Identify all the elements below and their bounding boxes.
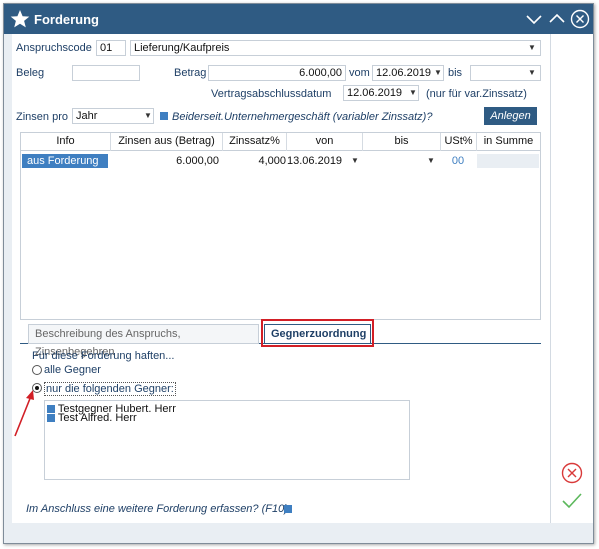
list-item[interactable]: Test Alfred. Herr (47, 412, 137, 424)
square-icon (47, 414, 55, 423)
action-panel (550, 34, 593, 523)
chevron-up-icon[interactable] (547, 9, 567, 29)
anspruchscode-label: Anspruchscode (16, 42, 92, 54)
chevron-down-icon[interactable]: ▼ (407, 86, 419, 100)
vom-label: vom (349, 67, 370, 79)
dialog-window: Forderung Anspruchscode 01 Lieferung/Kau… (3, 3, 594, 544)
highlight-box (261, 319, 374, 347)
betrag-label: Betrag (174, 67, 207, 79)
star-icon (10, 10, 30, 28)
chevron-down-icon[interactable]: ▼ (142, 109, 154, 123)
tab-beschreibung[interactable]: Beschreibung des Anspruchs, Zinsenbegehr… (28, 324, 259, 358)
chevron-down-icon[interactable]: ▼ (432, 66, 444, 80)
betrag-field[interactable]: 6.000,00 (208, 65, 346, 81)
zinsen-pro-label: Zinsen pro (16, 111, 68, 123)
window-title: Forderung (34, 12, 99, 27)
betrag-cell[interactable]: 6.000,00 (113, 154, 219, 168)
checkbox-square-icon[interactable] (160, 112, 168, 120)
column-header: bis (363, 133, 441, 151)
info-cell[interactable]: aus Forderung (22, 154, 108, 168)
vertrag-hint: (nur für var.Zinssatz) (426, 88, 527, 100)
vertragsabschlussdatum-label: Vertragsabschlussdatum (211, 88, 332, 100)
bis-label: bis (448, 67, 463, 79)
chevron-down-icon[interactable] (524, 9, 544, 29)
zinssatz-cell[interactable]: 4,000 (225, 154, 286, 168)
footer-question: Im Anschluss eine weitere Forderung erfa… (26, 503, 288, 515)
chevron-down-icon[interactable]: ▼ (526, 66, 538, 80)
column-header: in Summe (483, 135, 534, 147)
column-header: Zinssatz% (223, 133, 287, 151)
radio-label-folgende: nur die folgenden Gegner: (44, 382, 176, 396)
ust-cell[interactable]: 00 (441, 154, 475, 168)
list-item-label: Test Alfred. Herr (57, 412, 137, 424)
chevron-down-icon[interactable]: ▼ (349, 154, 361, 168)
checkmark-icon[interactable] (561, 492, 583, 510)
title-bar[interactable]: Forderung (4, 4, 593, 34)
column-header: Zinsen aus (Betrag) (111, 133, 223, 151)
bis-cell[interactable] (365, 154, 425, 168)
column-header: USt% (441, 133, 477, 151)
gegner-heading: Für diese Forderung haften... (32, 350, 175, 362)
arrow-annotation-icon (14, 390, 34, 437)
cancel-icon[interactable] (561, 462, 583, 484)
close-icon[interactable] (570, 9, 590, 29)
beiderseit-label: Beiderseit.Unternehmergeschäft (variable… (172, 111, 433, 123)
column-header: von (287, 133, 363, 151)
anspruchscode-field[interactable]: 01 (96, 40, 126, 56)
interest-table: Info Zinsen aus (Betrag) Zinssatz% von b… (20, 132, 541, 320)
anlegen-button[interactable]: Anlegen (484, 107, 537, 125)
radio-alle-gegner[interactable] (32, 365, 42, 375)
radio-label-alle: alle Gegner (44, 364, 101, 376)
gegner-list[interactable]: Testgegner Hubert. Herr Test Alfred. Her… (44, 400, 410, 480)
beleg-field[interactable] (72, 65, 140, 81)
von-cell[interactable]: 13.06.2019 (287, 154, 349, 168)
checkbox-square-icon[interactable] (284, 505, 292, 513)
chevron-down-icon[interactable]: ▼ (425, 154, 437, 168)
summe-cell (477, 154, 539, 168)
beleg-label: Beleg (16, 67, 45, 79)
chevron-down-icon[interactable]: ▼ (526, 41, 538, 55)
table-header: Info Zinsen aus (Betrag) Zinssatz% von b… (21, 133, 540, 151)
anspruch-select[interactable]: Lieferung/Kaufpreis (130, 40, 541, 56)
form-area: Anspruchscode 01 Lieferung/Kaufpreis ▼ B… (12, 34, 550, 523)
column-header: Info (21, 133, 111, 151)
